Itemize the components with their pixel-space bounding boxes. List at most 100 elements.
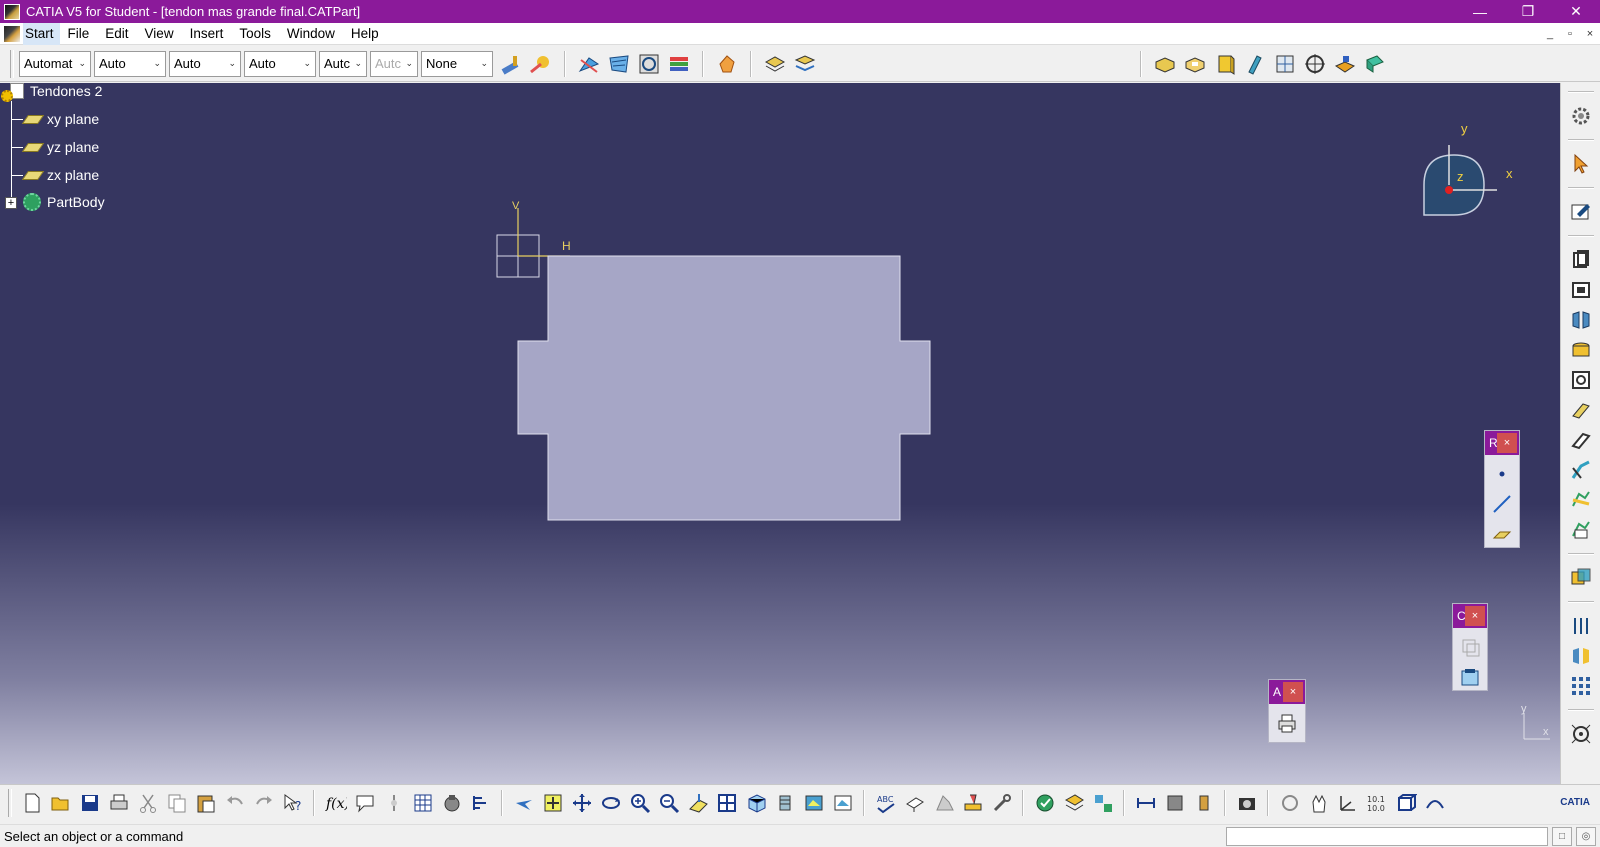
annotation-icon[interactable] [902,790,928,816]
menu-edit[interactable]: Edit [97,23,136,45]
paste-icon[interactable] [193,790,219,816]
close-button[interactable]: ✕ [1552,0,1600,23]
mirror-tool-icon[interactable] [1568,643,1594,669]
remove-multi-section-icon[interactable] [1568,517,1594,543]
toolbar-grip[interactable] [10,49,14,78]
analysis-toolbar-close-button[interactable]: × [1283,682,1303,702]
groove-tool-icon[interactable] [1568,337,1594,363]
mesh-icon[interactable] [636,51,662,77]
sketcher-icon[interactable] [1568,199,1594,225]
measure-between-icon[interactable] [1133,790,1159,816]
restore-button[interactable]: ❐ [1504,0,1552,23]
analysis-toolbar-header[interactable]: A × [1269,680,1305,704]
cut-icon[interactable] [135,790,161,816]
linetype-combo[interactable]: Auto ⌄ [244,50,316,77]
sketch-profile[interactable] [517,255,931,521]
undo-icon[interactable] [222,790,248,816]
fit-all-icon[interactable] [540,790,566,816]
status-options-button[interactable]: ◎ [1576,826,1596,846]
transparency-combo[interactable]: Auto ⌄ [94,50,166,77]
analysis-printer-icon[interactable] [1274,710,1300,736]
layers-icon[interactable] [666,51,692,77]
constraint-box-icon[interactable] [1457,664,1483,690]
comment-icon[interactable] [352,790,378,816]
slot-tool-icon[interactable] [1568,427,1594,453]
reference-toolbar-header[interactable]: R × [1485,431,1519,455]
draft-icon[interactable] [1362,51,1388,77]
target-icon[interactable] [1302,51,1328,77]
fillet-icon[interactable] [1332,51,1358,77]
measure-item-icon[interactable] [1162,790,1188,816]
normal-view-icon[interactable] [685,790,711,816]
multi-view-layout-icon[interactable] [714,790,740,816]
toolbar-grip[interactable] [8,788,12,817]
scan-icon[interactable] [1061,790,1087,816]
shading-icon[interactable] [772,790,798,816]
zoom-in-icon[interactable] [627,790,653,816]
formula-icon[interactable]: f(x) [323,790,349,816]
parameter-icon[interactable] [468,790,494,816]
color-combo[interactable]: Automat ⌄ [19,50,91,77]
whats-this-icon[interactable]: ? [280,790,306,816]
capture-icon[interactable] [1234,790,1260,816]
open-file-icon[interactable] [48,790,74,816]
boolean-tool-icon[interactable] [1568,565,1594,591]
swap-space-icon[interactable] [830,790,856,816]
command-input[interactable] [1226,826,1548,846]
iso-view-icon[interactable] [743,790,769,816]
select-arrow-icon[interactable] [1568,151,1594,177]
new-file-icon[interactable] [19,790,45,816]
save-icon[interactable] [77,790,103,816]
units-icon[interactable]: 10.1 10.0 [1364,790,1390,816]
table-icon[interactable] [410,790,436,816]
plane-tool-icon[interactable] [1489,521,1515,547]
pattern-icon[interactable] [1272,51,1298,77]
start-menu-icon[interactable] [4,25,20,42]
catalog-icon[interactable] [439,790,465,816]
stiffener-tool-icon[interactable] [1568,457,1594,483]
axis-system-icon[interactable] [1090,790,1116,816]
tools-icon[interactable] [989,790,1015,816]
rib-tool-icon[interactable] [1568,397,1594,423]
pan-icon[interactable] [569,790,595,816]
copy-icon[interactable] [164,790,190,816]
multi-view-icon[interactable] [762,51,788,77]
spell-check-icon[interactable]: ABC [873,790,899,816]
constraints-toolbar-header[interactable]: C × [1453,604,1487,628]
measure-tool-icon[interactable] [1568,721,1594,747]
surface-icon[interactable] [606,51,632,77]
zoom-out-icon[interactable] [656,790,682,816]
thread-tool-icon[interactable] [1568,613,1594,639]
graphic-properties-icon[interactable] [528,51,554,77]
pad-tool-icon[interactable] [1568,247,1594,273]
catia-app-icon[interactable] [4,3,20,20]
curve-icon[interactable] [1422,790,1448,816]
constraint-copy-icon[interactable] [1457,634,1483,660]
menu-window[interactable]: Window [279,23,343,45]
knowledge-icon[interactable] [381,790,407,816]
redo-icon[interactable] [251,790,277,816]
doc-close-button[interactable]: × [1580,28,1600,40]
doc-restore-button[interactable]: ▫ [1560,28,1580,40]
menu-file[interactable]: File [60,23,98,45]
shaft-tool-icon[interactable] [1568,307,1594,333]
update-icon[interactable] [1032,790,1058,816]
menu-view[interactable]: View [137,23,182,45]
compass-widget[interactable] [1420,123,1520,223]
toolbar-grip[interactable] [1567,91,1594,93]
view-manipulation-icon[interactable] [792,51,818,77]
axis-icon[interactable] [1335,790,1361,816]
settings-gear-icon[interactable] [1568,103,1594,129]
painter-icon[interactable] [498,51,524,77]
rendering-style-combo[interactable]: None ⌄ [421,50,493,77]
menu-start[interactable]: Start [23,22,60,45]
line-thickness-combo[interactable]: Auto ⌄ [169,50,241,77]
pocket-icon[interactable] [1182,51,1208,77]
pocket-tool-icon[interactable] [1568,277,1594,303]
menu-help[interactable]: Help [343,23,387,45]
rectangular-pattern-icon[interactable] [1568,673,1594,699]
apply-material-icon[interactable] [960,790,986,816]
constraints-toolbar-close-button[interactable]: × [1465,606,1485,626]
power-input-button[interactable]: □ [1552,826,1572,846]
shaft-icon[interactable] [1212,51,1238,77]
